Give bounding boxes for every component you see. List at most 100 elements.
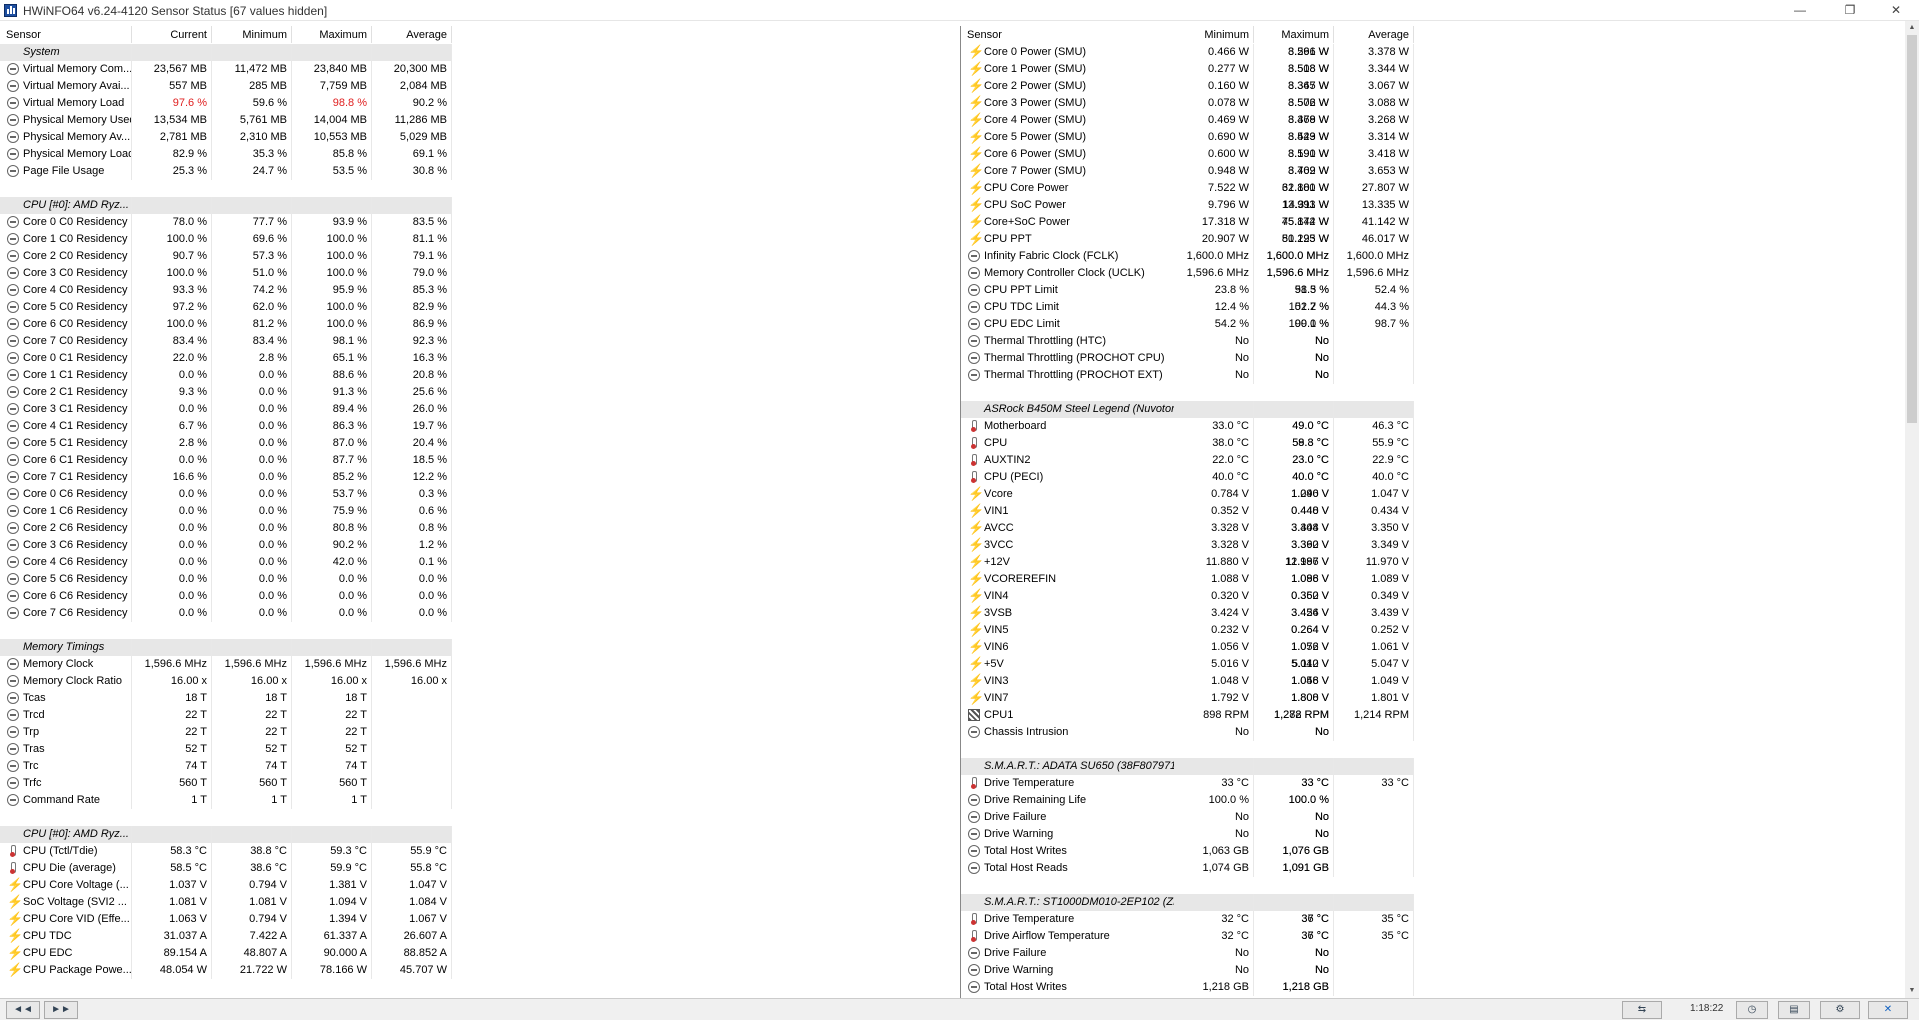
sensor-row[interactable]: ⚡ VCOREREFIN 1.088 V 1.088 V 1.096 V 1.089 V — [961, 571, 1905, 588]
sensor-row[interactable]: ⚡ VIN5 0.264 V 0.232 V 0.264 V 0.252 V — [961, 622, 1905, 639]
sensor-row[interactable]: Infinity Fabric Clock (FCLK) 1,600.0 MHz 1… — [961, 248, 1905, 265]
sensor-row[interactable]: Core 2 C0 Residency 90.7 % 57.3 % 100.0 % 79… — [0, 248, 960, 265]
sensor-row[interactable]: Trcd 22 T 22 T 22 T — [0, 707, 960, 724]
sensor-row[interactable]: Core 0 C1 Residency 22.0 % 2.8 % 65.1 % 16.3… — [0, 350, 960, 367]
sensor-row[interactable]: Core 1 C6 Residency 0.0 % 0.0 % 75.9 % 0.6 % — [0, 503, 960, 520]
sensor-row[interactable]: ⚡ 3VSB 3.424 V 3.424 V 3.456 V 3.439 V — [961, 605, 1905, 622]
settings-icon[interactable]: ⚙ — [1820, 1001, 1860, 1019]
sensor-row[interactable]: ⚡ 3VCC 3.360 V 3.328 V 3.392 V 3.349 V — [961, 537, 1905, 554]
sensor-row[interactable]: ⚡ CPU TDC 31.037 A 7.422 A 61.337 A 26.607 A — [0, 928, 960, 945]
sensor-row[interactable]: ⚡ Core 1 Power (SMU) 3.518 W 0.277 W 8.508 W… — [961, 61, 1905, 78]
sensor-row[interactable]: Core 0 C6 Residency 0.0 % 0.0 % 53.7 % 0.3 % — [0, 486, 960, 503]
sensor-group-header[interactable]: System — [0, 44, 960, 61]
sensor-row[interactable]: Total Host Writes 1,218 GB 1,218 GB 1,218 G… — [961, 979, 1905, 996]
sensor-row[interactable]: Core 1 C0 Residency 100.0 % 69.6 % 100.0 % 8… — [0, 231, 960, 248]
sensor-row[interactable]: ⚡ Vcore 1.040 V 0.784 V 1.296 V 1.047 V — [961, 486, 1905, 503]
sensor-row[interactable]: ⚡ VIN1 0.440 V 0.352 V 0.448 V 0.434 V — [961, 503, 1905, 520]
sensor-row[interactable]: ⚡ +5V 5.040 V 5.016 V 5.112 V 5.047 V — [961, 656, 1905, 673]
column-header-minimum[interactable]: Minimum — [1174, 26, 1254, 43]
sensor-row[interactable]: Memory Controller Clock (UCLK) 1,596.6 MH… — [961, 265, 1905, 282]
sensor-row[interactable]: Physical Memory Av... 2,781 MB 2,310 MB 10,… — [0, 129, 960, 146]
close-button[interactable]: ✕ — [1876, 0, 1916, 21]
sensor-row[interactable]: ⚡ VIN6 1.056 V 1.056 V 1.072 V 1.061 V — [961, 639, 1905, 656]
scroll-down-arrow-icon[interactable]: ▼ — [1905, 984, 1919, 998]
sensor-row[interactable]: CPU (PECI) 40.0 °C 40.0 °C 40.0 °C 40.0 °C — [961, 469, 1905, 486]
sensor-row[interactable]: ⚡ +12V 11.986 V 11.880 V 12.197 V 11.970 V — [961, 554, 1905, 571]
sensor-row[interactable]: Chassis Intrusion No No No — [961, 724, 1905, 741]
sensor-row[interactable]: ⚡ VIN7 1.800 V 1.792 V 1.808 V 1.801 V — [961, 690, 1905, 707]
sensor-row[interactable]: CPU1 1,278 RPM 898 RPM 1,282 RPM 1,214 RPM — [961, 707, 1905, 724]
sensor-row[interactable]: ⚡ VIN4 0.352 V 0.320 V 0.360 V 0.349 V — [961, 588, 1905, 605]
column-header-minimum[interactable]: Minimum — [212, 26, 292, 43]
sensor-row[interactable]: Thermal Throttling (PROCHOT CPU) No No No — [961, 350, 1905, 367]
sensor-row[interactable]: ⚡ CPU Core VID (Effe... 1.063 V 0.794 V 1.39… — [0, 911, 960, 928]
sensor-row[interactable]: Tcas 18 T 18 T 18 T — [0, 690, 960, 707]
sensor-row[interactable]: Core 6 C1 Residency 0.0 % 0.0 % 87.7 % 18.5 … — [0, 452, 960, 469]
sensor-row[interactable]: ⚡ Core 5 Power (SMU) 3.429 W 0.690 W 8.543 W… — [961, 129, 1905, 146]
sensor-row[interactable]: Core 6 C6 Residency 0.0 % 0.0 % 0.0 % 0.0 % — [0, 588, 960, 605]
sensor-row[interactable]: CPU TDC Limit 51.7 % 12.4 % 102.2 % 44.3 % — [961, 299, 1905, 316]
sensor-row[interactable]: CPU Die (average) 58.5 °C 38.6 °C 59.9 °C 55… — [0, 860, 960, 877]
sensor-row[interactable]: Memory Clock 1,596.6 MHz 1,596.6 MHz 1,596.… — [0, 656, 960, 673]
sensor-row[interactable]: Core 2 C1 Residency 9.3 % 0.0 % 91.3 % 25.6 … — [0, 384, 960, 401]
sensor-row[interactable]: Core 7 C6 Residency 0.0 % 0.0 % 0.0 % 0.0 % — [0, 605, 960, 622]
sensor-row[interactable]: Drive Temperature 36 °C 32 °C 37 °C 35 °C — [961, 911, 1905, 928]
column-header-maximum[interactable]: Maximum — [292, 26, 372, 43]
sensor-row[interactable]: ⚡ CPU Core Power 31.881 W 7.522 W 62.100 W 27… — [961, 180, 1905, 197]
sensor-row[interactable]: Trfc 560 T 560 T 560 T — [0, 775, 960, 792]
sensor-row[interactable]: ⚡ CPU Core Voltage (... 1.037 V 0.794 V 1.38… — [0, 877, 960, 894]
navigate-forward-button[interactable]: ►► — [44, 1001, 78, 1019]
sensor-group-header[interactable]: CPU [#0]: AMD Ryz... — [0, 197, 960, 214]
sensor-row[interactable]: ⚡ AVCC 3.344 V 3.328 V 3.408 V 3.350 V — [961, 520, 1905, 537]
sensor-group-header[interactable]: CPU [#0]: AMD Ryz... — [0, 826, 960, 843]
sensor-row[interactable]: Trp 22 T 22 T 22 T — [0, 724, 960, 741]
sensor-row[interactable]: Total Host Reads 1,091 GB 1,074 GB 1,091 GB — [961, 860, 1905, 877]
sensor-row[interactable]: Core 1 C1 Residency 0.0 % 0.0 % 88.6 % 20.8 … — [0, 367, 960, 384]
sensor-row[interactable]: ⚡ VIN3 1.048 V 1.048 V 1.056 V 1.049 V — [961, 673, 1905, 690]
column-header-average[interactable]: Average — [372, 26, 452, 43]
sensor-row[interactable]: Physical Memory Load 82.9 % 35.3 % 85.8 % 69… — [0, 146, 960, 163]
sensor-row[interactable]: Core 3 C6 Residency 0.0 % 0.0 % 90.2 % 1.2 % — [0, 537, 960, 554]
sensor-row[interactable]: Physical Memory Used 13,534 MB 5,761 MB 14,… — [0, 112, 960, 129]
minimize-button[interactable]: — — [1780, 0, 1820, 21]
sensor-table-right[interactable]: Sensor Current Minimum Maximum Average ⚡… — [960, 26, 1905, 998]
sensor-row[interactable]: Drive Temperature 33 °C 33 °C 33 °C 33 °C — [961, 775, 1905, 792]
sensor-group-header[interactable]: ASRock B450M Steel Legend (Nuvoton NCT67… — [961, 401, 1905, 418]
sensor-row[interactable]: ⚡ Core 4 Power (SMU) 3.478 W 0.469 W 8.369 W… — [961, 112, 1905, 129]
sensor-group-header[interactable]: Memory Timings — [0, 639, 960, 656]
sensor-row[interactable]: Page File Usage 25.3 % 24.7 % 53.5 % 30.8 % — [0, 163, 960, 180]
sensor-row[interactable]: ⚡ SoC Voltage (SVI2 ... 1.081 V 1.081 V 1.09… — [0, 894, 960, 911]
sensor-row[interactable]: Drive Failure No No No — [961, 809, 1905, 826]
vertical-scrollbar[interactable]: ▲ ▼ — [1905, 21, 1919, 998]
sensor-row[interactable]: ⚡ Core 0 Power (SMU) 3.596 W 0.466 W 8.261 W… — [961, 44, 1905, 61]
column-header-sensor[interactable]: Sensor — [0, 26, 132, 43]
sensor-row[interactable]: Core 4 C1 Residency 6.7 % 0.0 % 86.3 % 19.7 … — [0, 418, 960, 435]
sensor-row[interactable]: ⚡ CPU SoC Power 13.993 W 9.796 W 14.311 W 13.… — [961, 197, 1905, 214]
sensor-row[interactable]: Drive Warning No No No — [961, 826, 1905, 843]
sensor-row[interactable]: Virtual Memory Com... 23,567 MB 11,472 MB 2… — [0, 61, 960, 78]
sensor-row[interactable]: Core 5 C1 Residency 2.8 % 0.0 % 87.0 % 20.4 … — [0, 435, 960, 452]
sensor-row[interactable]: Thermal Throttling (PROCHOT EXT) No No No — [961, 367, 1905, 384]
column-header-maximum[interactable]: Maximum — [1254, 26, 1334, 43]
sensor-row[interactable]: ⚡ CPU PPT 51.293 W 20.907 W 80.125 W 46.017 W — [961, 231, 1905, 248]
sensor-row[interactable]: Core 2 C6 Residency 0.0 % 0.0 % 80.8 % 0.8 % — [0, 520, 960, 537]
sensor-row[interactable]: CPU PPT Limit 58.5 % 23.8 % 91.3 % 52.4 % — [961, 282, 1905, 299]
sensor-row[interactable]: Core 3 C1 Residency 0.0 % 0.0 % 89.4 % 26.0 … — [0, 401, 960, 418]
sensor-row[interactable]: ⚡ Core+SoC Power 45.874 W 17.318 W 75.142 W4… — [961, 214, 1905, 231]
sensor-row[interactable]: Core 4 C0 Residency 93.3 % 74.2 % 95.9 % 85.… — [0, 282, 960, 299]
sensor-row[interactable]: Core 7 C0 Residency 83.4 % 83.4 % 98.1 % 92.… — [0, 333, 960, 350]
sensor-row[interactable]: ⚡ CPU Package Powe... 48.054 W 21.722 W 78.1… — [0, 962, 960, 979]
sensor-row[interactable]: Motherboard 49.0 °C 33.0 °C 49.0 °C 46.3 °C — [961, 418, 1905, 435]
sensor-row[interactable]: Core 5 C6 Residency 0.0 % 0.0 % 0.0 % 0.0 % — [0, 571, 960, 588]
sensor-row[interactable]: Tras 52 T 52 T 52 T — [0, 741, 960, 758]
sensor-row[interactable]: Drive Remaining Life 100.0 % 100.0 % 100.0 … — [961, 792, 1905, 809]
sensor-row[interactable]: Core 4 C6 Residency 0.0 % 0.0 % 42.0 % 0.1 % — [0, 554, 960, 571]
sensor-row[interactable]: Core 6 C0 Residency 100.0 % 81.2 % 100.0 % 8… — [0, 316, 960, 333]
sensor-row[interactable]: Drive Airflow Temperature 36 °C 32 °C 37 °C… — [961, 928, 1905, 945]
scrollbar-thumb[interactable] — [1907, 35, 1917, 423]
sensor-row[interactable]: ⚡ CPU EDC 89.154 A 48.807 A 90.000 A 88.852 A — [0, 945, 960, 962]
sensor-table-left[interactable]: Sensor Current Minimum Maximum Average S… — [0, 26, 960, 998]
navigate-back-button[interactable]: ◄◄ — [6, 1001, 40, 1019]
report-icon[interactable]: ▤ — [1778, 1001, 1810, 1019]
column-header-average[interactable]: Average — [1334, 26, 1414, 43]
